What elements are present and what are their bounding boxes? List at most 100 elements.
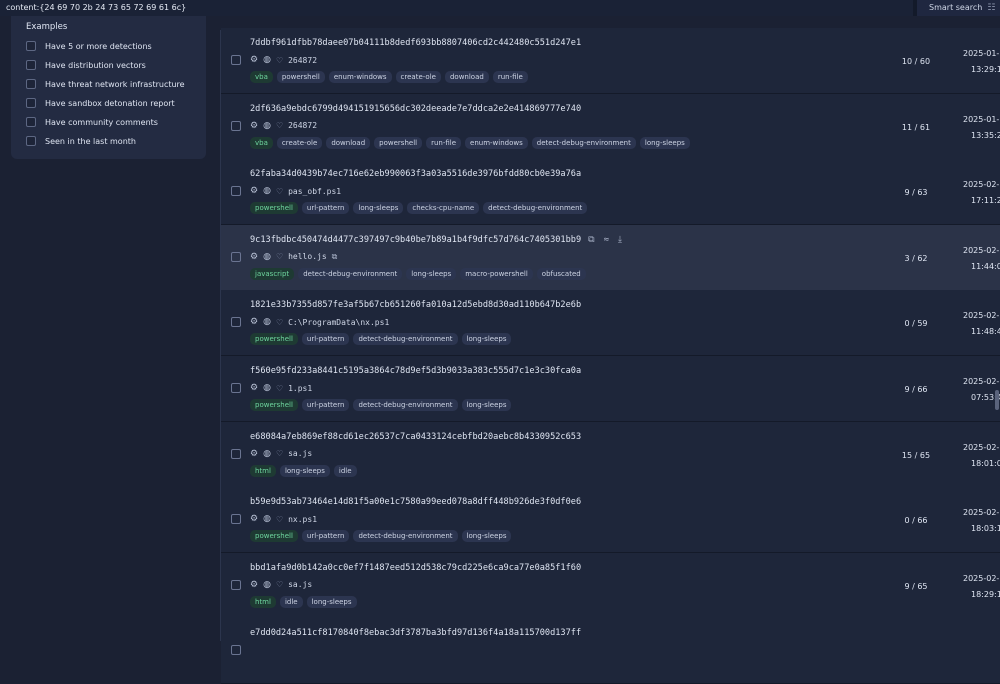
tag[interactable]: url-pattern bbox=[301, 530, 350, 543]
tag[interactable]: detect-debug-environment bbox=[531, 136, 636, 149]
tag[interactable]: url-pattern bbox=[301, 399, 350, 411]
file-hash[interactable]: e7dd0d24a511cf8170840f8ebac3df3787ba3bfd… bbox=[250, 628, 581, 638]
example-item[interactable]: Have sandbox detonation report bbox=[26, 96, 175, 110]
file-hash-link[interactable]: 9c13fbdbc450474d4477c397497c9b40be7b89a1… bbox=[250, 235, 622, 245]
tag[interactable]: powershell bbox=[374, 136, 423, 149]
example-item[interactable]: Seen in the last month bbox=[26, 134, 136, 148]
scrollbar[interactable] bbox=[995, 390, 999, 410]
search-input[interactable] bbox=[0, 0, 913, 16]
tag[interactable]: powershell bbox=[250, 399, 298, 411]
tag[interactable]: long-sleeps bbox=[639, 136, 690, 149]
row-checkbox[interactable] bbox=[231, 448, 241, 459]
row-checkbox[interactable] bbox=[231, 251, 241, 262]
result-row[interactable]: f560e95fd233a8441c5195a3864c78d9ef5d3b90… bbox=[221, 356, 1000, 422]
tag[interactable]: long-sleeps bbox=[406, 267, 457, 280]
result-row[interactable]: 7ddbf961dfbb78daee07b04111b8dedf693bb880… bbox=[221, 28, 1000, 94]
file-hash[interactable]: 7ddbf961dfbb78daee07b04111b8dedf693bb880… bbox=[250, 38, 581, 48]
tag[interactable]: long-sleeps bbox=[461, 333, 512, 346]
file-hash[interactable]: 9c13fbdbc450474d4477c397497c9b40be7b89a1… bbox=[250, 235, 581, 245]
example-item[interactable]: Have threat network infrastructure bbox=[26, 77, 185, 91]
tag[interactable]: idle bbox=[279, 595, 303, 608]
tag[interactable]: powershell bbox=[250, 202, 298, 215]
tag[interactable]: long-sleeps bbox=[306, 595, 357, 608]
tag[interactable]: enum-windows bbox=[328, 71, 392, 83]
tag[interactable]: url-pattern bbox=[301, 202, 350, 215]
row-checkbox[interactable] bbox=[231, 579, 241, 590]
tag[interactable]: obfuscated bbox=[536, 267, 586, 280]
file-hash[interactable]: 62faba34d0439b74ec716e62eb990063f3a03a55… bbox=[250, 169, 581, 179]
tag[interactable]: run-file bbox=[426, 136, 462, 149]
tag[interactable]: powershell bbox=[250, 530, 298, 543]
download-icon[interactable]: ⤓ bbox=[618, 235, 622, 245]
example-checkbox[interactable] bbox=[26, 98, 36, 108]
row-checkbox[interactable] bbox=[231, 55, 241, 65]
copy-icon[interactable]: ⧉ bbox=[588, 235, 594, 245]
tag[interactable]: enum-windows bbox=[465, 136, 528, 149]
result-row[interactable]: b59e9d53ab73464e14d81f5a00e1c7580a99eed0… bbox=[221, 487, 1000, 554]
tag[interactable]: run-file bbox=[492, 71, 528, 83]
result-row[interactable]: e68084a7eb869ef88cd61ec26537c7ca0433124c… bbox=[221, 421, 1000, 488]
tag[interactable]: vba bbox=[250, 71, 273, 83]
row-checkbox[interactable] bbox=[231, 514, 241, 525]
row-checkbox[interactable] bbox=[231, 317, 241, 328]
copy-name-icon[interactable]: ⧉ bbox=[332, 252, 338, 262]
row-checkbox[interactable] bbox=[231, 645, 241, 656]
row-checkbox[interactable] bbox=[231, 383, 241, 393]
file-hash-link[interactable]: f560e95fd233a8441c5195a3864c78d9ef5d3b90… bbox=[250, 366, 581, 376]
row-checkbox[interactable] bbox=[231, 120, 241, 131]
tag[interactable]: powershell bbox=[276, 71, 325, 83]
tag[interactable]: url-pattern bbox=[301, 333, 350, 346]
tag[interactable]: long-sleeps bbox=[461, 399, 512, 411]
tag[interactable]: download bbox=[444, 71, 489, 83]
tag[interactable]: html bbox=[250, 595, 276, 608]
tag[interactable]: detect-debug-environment bbox=[353, 530, 458, 543]
file-hash-link[interactable]: 2df636a9ebdc6799d494151915656dc302deeade… bbox=[250, 104, 581, 114]
result-row[interactable]: e7dd0d24a511cf8170840f8ebac3df3787ba3bfd… bbox=[221, 618, 1000, 684]
tag[interactable]: long-sleeps bbox=[461, 530, 512, 543]
file-hash-link[interactable]: e7dd0d24a511cf8170840f8ebac3df3787ba3bfd… bbox=[250, 628, 581, 638]
tag[interactable]: long-sleeps bbox=[279, 464, 330, 477]
example-checkbox[interactable] bbox=[26, 60, 36, 70]
file-hash[interactable]: b59e9d53ab73464e14d81f5a00e1c7580a99eed0… bbox=[250, 497, 581, 507]
file-hash[interactable]: e68084a7eb869ef88cd61ec26537c7ca0433124c… bbox=[250, 432, 581, 442]
file-hash-link[interactable]: 7ddbf961dfbb78daee07b04111b8dedf693bb880… bbox=[250, 38, 581, 48]
file-hash[interactable]: f560e95fd233a8441c5195a3864c78d9ef5d3b90… bbox=[250, 366, 581, 376]
result-row[interactable]: 2df636a9ebdc6799d494151915656dc302deeade… bbox=[221, 93, 1000, 160]
file-hash[interactable]: 1821e33b7355d857fe3af5b67cb651260fa010a1… bbox=[250, 300, 581, 310]
similar-icon[interactable]: ≈ bbox=[604, 235, 609, 245]
tag[interactable]: idle bbox=[333, 464, 357, 477]
result-row[interactable]: bbd1afa9d0b142a0cc0ef7f1487eed512d538c79… bbox=[221, 552, 1000, 619]
tag[interactable]: javascript bbox=[250, 267, 295, 280]
example-item[interactable]: Have distribution vectors bbox=[26, 58, 146, 72]
file-hash[interactable]: bbd1afa9d0b142a0cc0ef7f1487eed512d538c79… bbox=[250, 563, 581, 573]
file-hash-link[interactable]: 1821e33b7355d857fe3af5b67cb651260fa010a1… bbox=[250, 300, 581, 310]
tag[interactable]: detect-debug-environment bbox=[353, 399, 458, 411]
tag[interactable]: vba bbox=[250, 136, 273, 149]
tag[interactable]: powershell bbox=[250, 333, 298, 346]
tag[interactable]: detect-debug-environment bbox=[483, 202, 588, 215]
example-checkbox[interactable] bbox=[26, 79, 36, 89]
tag[interactable]: create-ole bbox=[276, 136, 323, 149]
example-item[interactable]: Have community comments bbox=[26, 115, 158, 129]
file-hash-link[interactable]: b59e9d53ab73464e14d81f5a00e1c7580a99eed0… bbox=[250, 497, 581, 507]
tag[interactable]: create-ole bbox=[395, 71, 441, 83]
example-checkbox[interactable] bbox=[26, 117, 36, 127]
result-row[interactable]: 1821e33b7355d857fe3af5b67cb651260fa010a1… bbox=[221, 290, 1000, 357]
tag[interactable]: macro-powershell bbox=[460, 267, 533, 280]
example-checkbox[interactable] bbox=[26, 136, 36, 146]
file-hash-link[interactable]: 62faba34d0439b74ec716e62eb990063f3a03a55… bbox=[250, 169, 581, 179]
file-hash-link[interactable]: e68084a7eb869ef88cd61ec26537c7ca0433124c… bbox=[250, 432, 581, 442]
tag[interactable]: long-sleeps bbox=[353, 202, 404, 215]
tag[interactable]: checks-cpu-name bbox=[407, 202, 480, 215]
example-checkbox[interactable] bbox=[26, 41, 36, 51]
row-checkbox[interactable] bbox=[231, 186, 241, 197]
file-hash-link[interactable]: bbd1afa9d0b142a0cc0ef7f1487eed512d538c79… bbox=[250, 563, 581, 573]
result-row[interactable]: 9c13fbdbc450474d4477c397497c9b40be7b89a1… bbox=[221, 224, 1000, 291]
tag[interactable]: download bbox=[326, 136, 371, 149]
smart-search-button[interactable]: Smart search ☷ bbox=[917, 0, 1000, 16]
result-row[interactable]: 62faba34d0439b74ec716e62eb990063f3a03a55… bbox=[221, 159, 1000, 226]
tag[interactable]: html bbox=[250, 464, 276, 477]
tag[interactable]: detect-debug-environment bbox=[298, 267, 403, 280]
file-hash[interactable]: 2df636a9ebdc6799d494151915656dc302deeade… bbox=[250, 104, 581, 114]
example-item[interactable]: Have 5 or more detections bbox=[26, 39, 152, 53]
